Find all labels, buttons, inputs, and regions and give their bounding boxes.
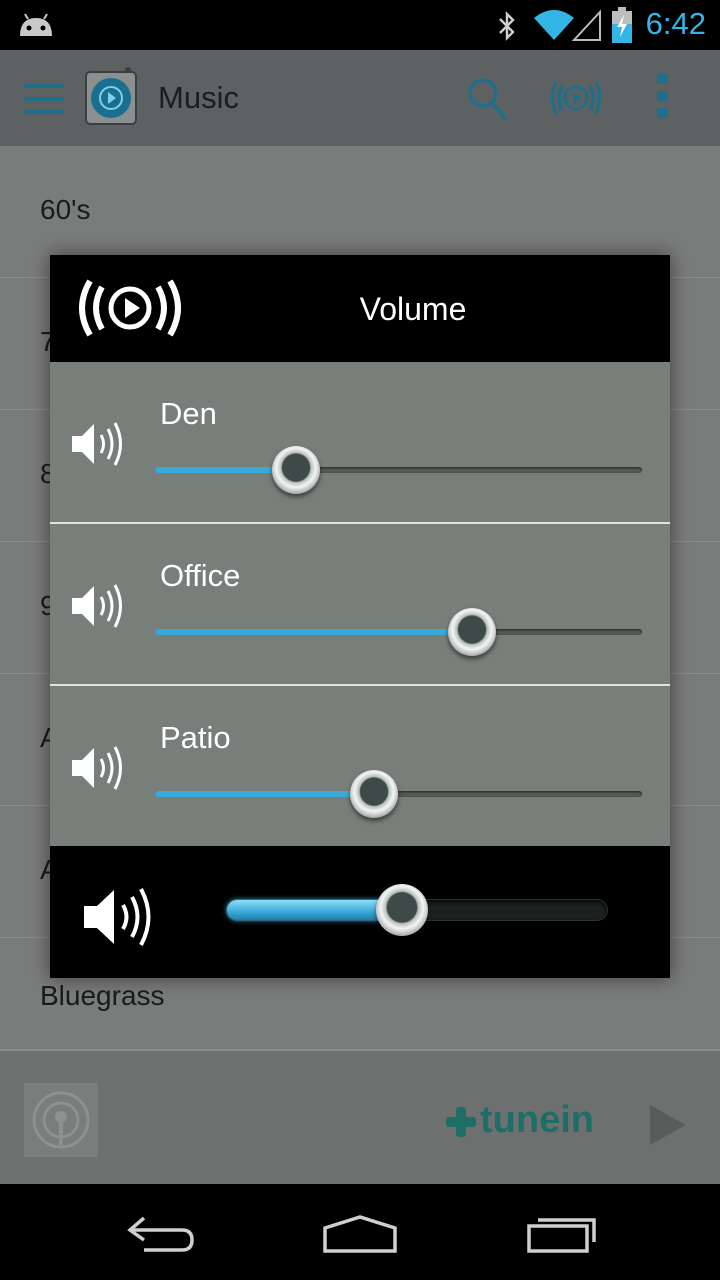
list-item-label: 60's xyxy=(40,194,91,225)
battery-charging-icon xyxy=(612,7,632,43)
android-icon xyxy=(20,13,52,36)
slider-fill xyxy=(155,791,374,797)
tunein-brand: tunein xyxy=(480,1099,594,1141)
zone-row: Office xyxy=(50,524,670,686)
zone-row: Den xyxy=(50,362,670,524)
app-logo-icon xyxy=(85,67,137,125)
action-bar: Music xyxy=(0,50,720,146)
master-volume-slider[interactable] xyxy=(227,884,607,936)
menu-icon[interactable] xyxy=(24,84,64,114)
bluetooth-icon xyxy=(499,11,515,41)
speaker-icon[interactable] xyxy=(70,580,126,632)
wifi-icon xyxy=(534,10,574,40)
zone-name: Den xyxy=(160,396,217,431)
volume-slider[interactable] xyxy=(155,608,642,656)
dialog-header: Volume xyxy=(50,255,670,362)
search-icon[interactable] xyxy=(466,76,510,122)
speaker-icon[interactable] xyxy=(70,742,126,794)
speaker-icon[interactable] xyxy=(70,418,126,470)
list-item-label: Bluegrass xyxy=(40,980,165,1011)
status-time: 6:42 xyxy=(645,6,706,41)
master-slider-thumb[interactable] xyxy=(376,884,428,936)
play-icon[interactable] xyxy=(648,1103,688,1147)
slider-thumb[interactable] xyxy=(448,608,496,656)
slider-fill xyxy=(155,629,472,635)
overflow-icon[interactable] xyxy=(656,72,670,120)
signal-icon xyxy=(572,9,601,41)
master-volume-row xyxy=(50,846,670,978)
zone-name: Patio xyxy=(160,720,231,755)
tunein-plus-icon xyxy=(446,1107,476,1137)
recents-icon[interactable] xyxy=(526,1214,598,1254)
zone-name: Office xyxy=(160,558,241,593)
volume-slider[interactable] xyxy=(155,770,642,818)
slider-thumb[interactable] xyxy=(272,446,320,494)
radio-tower-icon[interactable] xyxy=(24,1083,98,1157)
volume-dialog: Volume Den Office Patio xyxy=(50,255,670,978)
page-title: Music xyxy=(158,80,239,115)
cast-icon[interactable] xyxy=(546,76,606,120)
navigation-bar xyxy=(0,1184,720,1280)
home-icon[interactable] xyxy=(322,1214,398,1254)
zone-row: Patio xyxy=(50,686,670,846)
back-icon[interactable] xyxy=(124,1214,196,1254)
status-bar: 6:42 xyxy=(0,0,720,50)
volume-slider[interactable] xyxy=(155,446,642,494)
master-speaker-icon[interactable] xyxy=(82,882,156,952)
dialog-title: Volume xyxy=(359,291,467,327)
slider-thumb[interactable] xyxy=(350,770,398,818)
now-playing-bar: tunein xyxy=(0,1050,720,1184)
